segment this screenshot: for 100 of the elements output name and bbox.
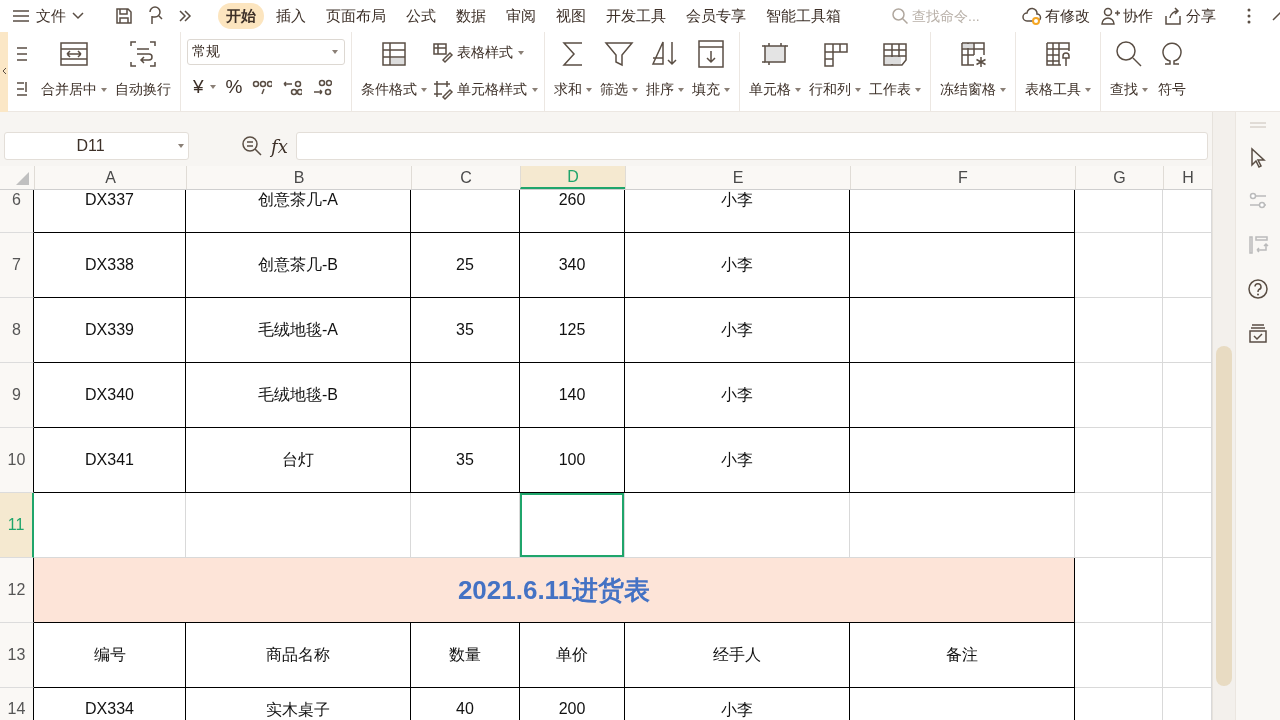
- table-cell: 商品名称: [186, 623, 411, 688]
- table-cell: 单价: [520, 623, 625, 688]
- menu-tab[interactable]: 插入: [268, 3, 314, 29]
- align-icon: [16, 45, 28, 62]
- ribbon-button[interactable]: 自动换行: [112, 32, 174, 111]
- decrease-decimal-icon: [312, 78, 333, 96]
- ribbon-button[interactable]: 条件格式: [358, 32, 430, 111]
- name-box[interactable]: D11: [4, 132, 189, 160]
- table-cell: 经手人: [625, 623, 850, 688]
- ribbon-button[interactable]: 合并居中: [38, 32, 110, 111]
- cloud-icon: [1022, 6, 1042, 26]
- menu-tab[interactable]: 页面布局: [318, 3, 394, 29]
- table-cell: 140: [520, 363, 625, 428]
- number-format-button[interactable]: ¥: [191, 73, 218, 101]
- vertical-scrollbar[interactable]: [1212, 112, 1235, 720]
- table-title: 2021.6.11进货表: [34, 558, 1075, 623]
- row-header[interactable]: 7: [0, 233, 34, 298]
- table-cell: 35: [411, 428, 520, 493]
- table-cell: 数量: [411, 623, 520, 688]
- table-cell: DX341: [34, 428, 186, 493]
- formula-input[interactable]: [295, 132, 1208, 160]
- menu-icon: [12, 9, 30, 23]
- table-cell: 备注: [850, 623, 1075, 688]
- add-user-icon: [1100, 6, 1120, 26]
- table-cell: 创意茶几-B: [186, 233, 411, 298]
- ribbon-button[interactable]: 排序: [643, 32, 687, 111]
- table-cell: DX339: [34, 298, 186, 363]
- table-cell: 编号: [34, 623, 186, 688]
- number-format-dropdown[interactable]: 常规: [187, 39, 345, 65]
- ribbon-button[interactable]: 冻结窗格: [937, 32, 1009, 111]
- menu-tab[interactable]: 视图: [548, 3, 594, 29]
- table-cell: 台灯: [186, 428, 411, 493]
- table-cell: 200: [520, 688, 625, 720]
- table-cell: 小李: [625, 688, 850, 720]
- ribbon-button[interactable]: 单元格样式: [432, 76, 538, 105]
- menu-tab[interactable]: 会员专享: [678, 3, 754, 29]
- row-header[interactable]: 9: [0, 363, 34, 428]
- table-cell: 35: [411, 298, 520, 363]
- menu-tab[interactable]: 智能工具箱: [758, 3, 849, 29]
- column-header[interactable]: F: [850, 166, 1075, 189]
- zoom-icon: [241, 135, 263, 157]
- column-header[interactable]: A: [34, 166, 186, 189]
- menu-tab[interactable]: 开发工具: [598, 3, 674, 29]
- thousands-icon: [252, 78, 273, 96]
- ribbon-button[interactable]: 填充: [689, 32, 733, 111]
- toolbar-button[interactable]: 协作: [1100, 2, 1153, 30]
- indent-icon: [16, 81, 28, 98]
- menu-tab[interactable]: 开始: [218, 3, 264, 29]
- share-icon: [1163, 6, 1183, 26]
- ribbon-button[interactable]: 求和: [551, 32, 595, 111]
- row-header[interactable]: 8: [0, 298, 34, 363]
- table-cell: 340: [520, 233, 625, 298]
- ribbon-button[interactable]: 行和列: [806, 32, 864, 111]
- menu-tab[interactable]: 审阅: [498, 3, 544, 29]
- toolbar-button[interactable]: 分享: [1163, 2, 1216, 30]
- column-header[interactable]: B: [186, 166, 411, 189]
- ribbon-button[interactable]: 单元格: [746, 32, 804, 111]
- swap-icon: [1247, 234, 1269, 256]
- row-header[interactable]: 13: [0, 623, 34, 688]
- fill-down-icon: [695, 38, 727, 70]
- ribbon-button[interactable]: 工作表: [866, 32, 924, 111]
- table-style-icon: [432, 41, 454, 64]
- menu-tab[interactable]: 公式: [398, 3, 444, 29]
- table-cell: 100: [520, 428, 625, 493]
- file-menu[interactable]: 文件: [10, 2, 88, 30]
- row-header[interactable]: 12: [0, 558, 34, 623]
- row-header[interactable]: 10: [0, 428, 34, 493]
- column-header[interactable]: G: [1075, 166, 1163, 189]
- column-header[interactable]: E: [625, 166, 850, 189]
- table-cell: 125: [520, 298, 625, 363]
- more-icon: [178, 10, 192, 22]
- search-icon: [891, 7, 909, 25]
- ribbon-button[interactable]: 筛选: [597, 32, 641, 111]
- ribbon-button[interactable]: 符号: [1153, 32, 1191, 111]
- function-label[interactable]: fx: [271, 135, 288, 157]
- table-cell: 小李: [625, 190, 850, 233]
- ribbon-button[interactable]: 表格工具: [1022, 32, 1094, 111]
- number-format-button[interactable]: %: [223, 73, 245, 101]
- table-cell: 小李: [625, 428, 850, 493]
- chevron-down-icon: [72, 12, 84, 20]
- ribbon-button[interactable]: 表格样式: [432, 38, 538, 67]
- table-cell: 小李: [625, 363, 850, 428]
- table-cell: 小李: [625, 233, 850, 298]
- table-cell: 小李: [625, 298, 850, 363]
- toolbar-button[interactable]: 有修改: [1022, 2, 1090, 30]
- table-cell: 创意茶几-A: [186, 190, 411, 233]
- search-field[interactable]: 查找命令...: [912, 8, 1012, 24]
- ribbon-button[interactable]: 查找: [1107, 32, 1151, 111]
- row-header[interactable]: 14: [0, 688, 34, 720]
- cell-style-icon: [432, 79, 454, 102]
- table-cell: DX340: [34, 363, 186, 428]
- menu-tab[interactable]: 数据: [448, 3, 494, 29]
- help-icon: [1247, 278, 1269, 300]
- table-cell: 毛绒地毯-B: [186, 363, 411, 428]
- table-cell: 40: [411, 688, 520, 720]
- ribbon-scroll-left-icon: [0, 32, 8, 112]
- table-cell: 实木桌子: [186, 688, 411, 720]
- table-cell: DX337: [34, 190, 186, 233]
- drag-handle-icon: [1250, 122, 1266, 128]
- row-header[interactable]: 6: [0, 190, 34, 233]
